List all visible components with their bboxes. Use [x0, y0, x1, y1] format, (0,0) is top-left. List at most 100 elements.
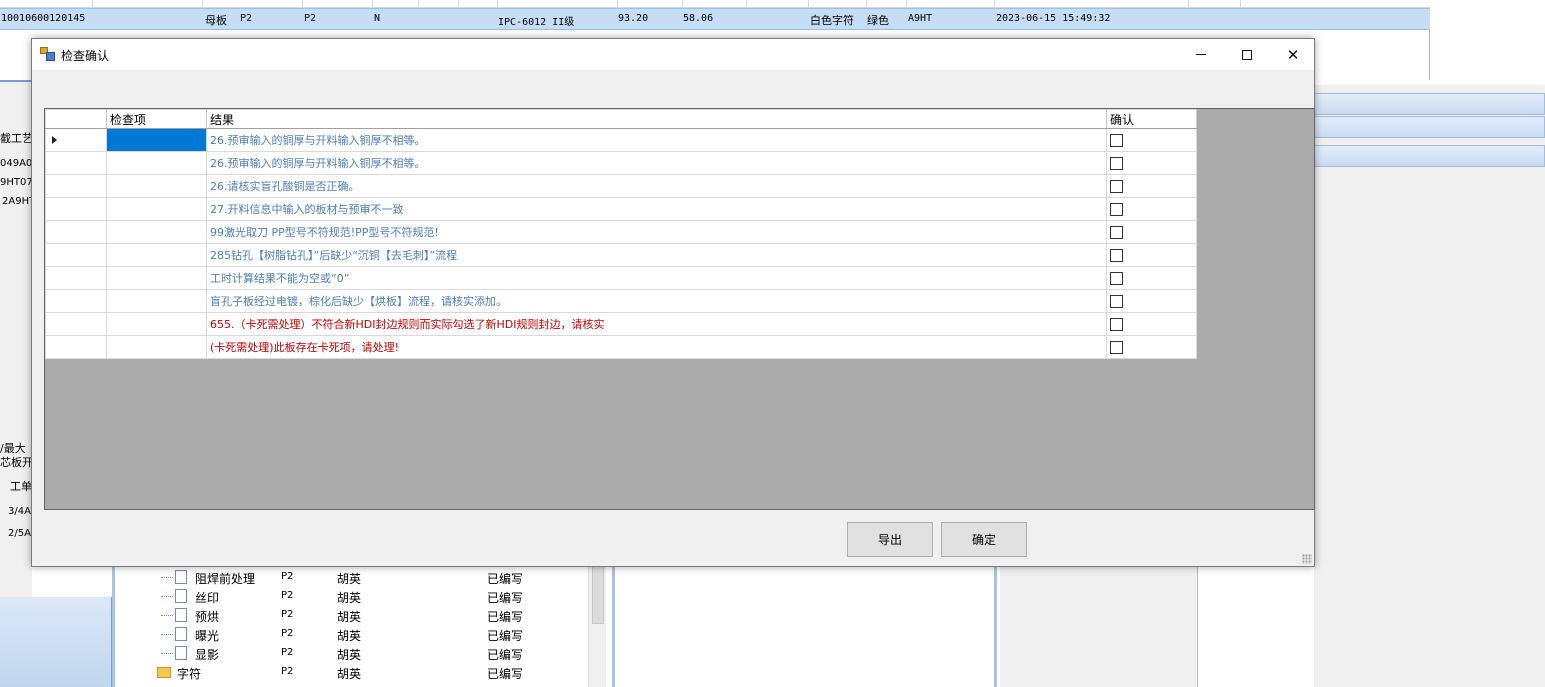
table-row[interactable]: 26.预审输入的铜厚与开料输入铜厚不相等。: [45, 128, 1197, 152]
resize-grip-icon[interactable]: [1302, 554, 1312, 564]
left-text: 049A0: [0, 158, 33, 169]
row-header[interactable]: [45, 151, 107, 175]
dialog-titlebar[interactable]: 检查确认 ✕: [32, 39, 1314, 70]
row-c3: N: [374, 13, 381, 24]
cell-item[interactable]: [106, 243, 207, 267]
cell-item[interactable]: [106, 197, 207, 221]
export-button[interactable]: 导出: [847, 522, 933, 557]
table-row[interactable]: 27.开料信息中输入的板材与预审不一致: [45, 197, 1197, 221]
ok-button[interactable]: 确定: [941, 522, 1027, 557]
background-middle-panel: [612, 566, 997, 687]
cell-result[interactable]: 26.请核实盲孔酸铜是否正确。: [206, 174, 1107, 198]
row-header[interactable]: [45, 312, 107, 336]
row-header-corner[interactable]: [45, 109, 107, 129]
confirm-checkbox[interactable]: [1110, 203, 1123, 216]
tree-row[interactable]: 显影 P2 胡英 已编写: [115, 644, 595, 663]
column-header-result[interactable]: 结果: [206, 109, 1107, 129]
confirm-checkbox[interactable]: [1110, 157, 1123, 170]
tree-row[interactable]: 预烘 P2 胡英 已编写: [115, 606, 595, 625]
row-header[interactable]: [45, 174, 107, 198]
confirm-checkbox[interactable]: [1110, 249, 1123, 262]
scrollbar-thumb[interactable]: [592, 566, 604, 624]
cell-item[interactable]: [106, 220, 207, 244]
row-header[interactable]: [45, 289, 107, 313]
table-row[interactable]: 655.（卡死需处理）不符合新HDI封边规则而实际勾选了新HDI规则封边，请核实: [45, 312, 1197, 336]
cell-result[interactable]: (卡死需处理)此板存在卡死项，请处理!: [206, 335, 1107, 359]
confirm-checkbox[interactable]: [1110, 341, 1123, 354]
background-left-panel: 截工艺 049A0 9HT07 2A9HT /最大 芯板开 工单 3/4A 2/…: [0, 80, 35, 687]
cell-confirm[interactable]: [1106, 243, 1197, 267]
row-header[interactable]: [45, 197, 107, 221]
cell-result[interactable]: 99激光取刀 PP型号不符规范!PP型号不符规范!: [206, 220, 1107, 244]
background-right-bar: [1314, 145, 1545, 167]
row-header[interactable]: [45, 335, 107, 359]
cell-result[interactable]: 655.（卡死需处理）不符合新HDI封边规则而实际勾选了新HDI规则封边，请核实: [206, 312, 1107, 336]
cell-confirm[interactable]: [1106, 335, 1197, 359]
document-icon: [175, 646, 187, 660]
cell-confirm[interactable]: [1106, 220, 1197, 244]
maximize-button[interactable]: [1224, 39, 1270, 70]
row-header[interactable]: [45, 220, 107, 244]
cell-result[interactable]: 285钻孔【树脂钻孔】”后缺少“沉铜【去毛刺】”流程: [206, 243, 1107, 267]
check-table: 检查项 结果 确认 26.预审输入的铜厚与开料输入铜厚不相等。 26.预审输入的…: [45, 109, 1197, 359]
cell-item[interactable]: [106, 335, 207, 359]
background-right-area: [1314, 85, 1545, 687]
cell-item[interactable]: [106, 174, 207, 198]
tree-row[interactable]: 丝印 P2 胡英 已编写: [115, 587, 595, 606]
cell-item[interactable]: [106, 128, 207, 152]
confirm-checkbox[interactable]: [1110, 134, 1123, 147]
confirm-checkbox[interactable]: [1110, 295, 1123, 308]
cell-result[interactable]: 盲孔子板经过电镀，棕化后缺少【烘板】流程，请核实添加。: [206, 289, 1107, 313]
cell-confirm[interactable]: [1106, 312, 1197, 336]
confirm-checkbox[interactable]: [1110, 226, 1123, 239]
table-row[interactable]: 26.请核实盲孔酸铜是否正确。: [45, 174, 1197, 198]
cell-item[interactable]: [106, 151, 207, 175]
table-row[interactable]: (卡死需处理)此板存在卡死项，请处理!: [45, 335, 1197, 359]
confirm-checkbox[interactable]: [1110, 272, 1123, 285]
cell-result[interactable]: 工时计算结果不能为空或“0”: [206, 266, 1107, 290]
tree-scrollbar[interactable]: [588, 566, 606, 687]
cell-confirm[interactable]: [1106, 266, 1197, 290]
row-standard: IPC-6012 II级: [498, 17, 575, 28]
tree-row[interactable]: 字符 P2 胡英 已编写: [115, 663, 595, 682]
cell-confirm[interactable]: [1106, 151, 1197, 175]
table-row[interactable]: 285钻孔【树脂钻孔】”后缺少“沉铜【去毛刺】”流程: [45, 243, 1197, 267]
tree-row[interactable]: 曝光 P2 胡英 已编写: [115, 625, 595, 644]
confirm-checkbox[interactable]: [1110, 318, 1123, 331]
cell-item[interactable]: [106, 312, 207, 336]
table-row[interactable]: 26.预审输入的铜厚与开料输入铜厚不相等。: [45, 151, 1197, 175]
left-text: 2/5A: [8, 528, 31, 539]
document-icon: [175, 627, 187, 641]
check-confirm-dialog: 检查确认 ✕ 检查项 结果 确认 26.预审输入的铜厚与开料输入铜厚不相等。 2…: [31, 38, 1315, 567]
table-row[interactable]: 99激光取刀 PP型号不符规范!PP型号不符规范!: [45, 220, 1197, 244]
background-selected-row[interactable]: 10010600120145 母板 P2 P2 N IPC-6012 II级 9…: [0, 8, 1430, 30]
cell-confirm[interactable]: [1106, 197, 1197, 221]
minimize-button[interactable]: [1178, 39, 1224, 70]
cell-result[interactable]: 27.开料信息中输入的板材与预审不一致: [206, 197, 1107, 221]
tree-row[interactable]: 阻焊前处理 P2 胡英 已编写: [115, 568, 595, 587]
background-right-bar: [1314, 116, 1545, 138]
cell-item[interactable]: [106, 266, 207, 290]
column-header-item[interactable]: 检查项: [106, 109, 207, 129]
cell-result[interactable]: 26.预审输入的铜厚与开料输入铜厚不相等。: [206, 128, 1107, 152]
row-header[interactable]: [45, 243, 107, 267]
confirm-checkbox[interactable]: [1110, 180, 1123, 193]
cell-confirm[interactable]: [1106, 174, 1197, 198]
table-row[interactable]: 盲孔子板经过电镀，棕化后缺少【烘板】流程，请核实添加。: [45, 289, 1197, 313]
row-v2: 58.06: [683, 13, 714, 24]
current-row-arrow-icon: [52, 136, 57, 144]
cell-confirm[interactable]: [1106, 289, 1197, 313]
table-row[interactable]: 工时计算结果不能为空或“0”: [45, 266, 1197, 290]
row-header[interactable]: [45, 266, 107, 290]
background-left-blue-panel: [0, 597, 112, 687]
close-button[interactable]: ✕: [1270, 39, 1316, 70]
row-header[interactable]: [45, 128, 107, 152]
row-type: 母板: [205, 14, 227, 27]
cell-result[interactable]: 26.预审输入的铜厚与开料输入铜厚不相等。: [206, 151, 1107, 175]
background-far-panel: [1000, 566, 1198, 687]
column-header-confirm[interactable]: 确认: [1106, 109, 1197, 129]
cell-confirm[interactable]: [1106, 128, 1197, 152]
cell-item[interactable]: [106, 289, 207, 313]
left-text: 芯板开: [0, 456, 33, 469]
dialog-title: 检查确认: [61, 49, 110, 63]
